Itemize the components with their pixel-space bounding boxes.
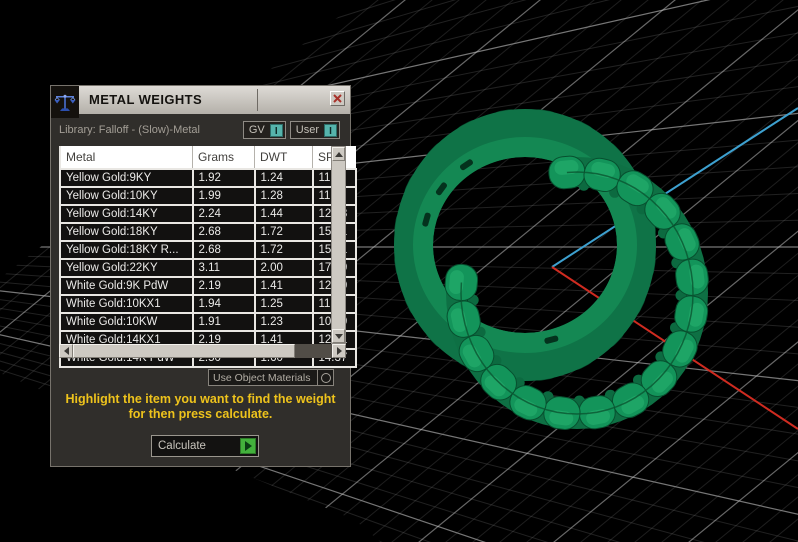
user-label: User <box>295 124 319 136</box>
application-window: METAL WEIGHTS Library: Falloff - (Slow)-… <box>0 0 798 542</box>
user-toggle-indicator: I <box>324 123 337 137</box>
library-label: Library: Falloff - (Slow)-Metal <box>59 124 200 136</box>
circle-icon <box>320 372 331 383</box>
user-toggle-button[interactable]: User I <box>289 121 340 139</box>
metal-weights-table: Metal Grams DWT SPG Yellow Gold:9KY1.921… <box>59 146 357 368</box>
calculate-label: Calculate <box>158 440 206 452</box>
dialog-titlebar[interactable]: METAL WEIGHTS <box>51 86 350 118</box>
gv-toggle-indicator: I <box>269 123 283 137</box>
column-header-dwt: DWT <box>254 146 313 170</box>
arrow-up-icon <box>334 151 343 157</box>
horizontal-scroll-thumb[interactable] <box>73 344 295 358</box>
table-row[interactable]: White Gold:10KX11.941.2511.18 <box>60 295 357 314</box>
dialog-title: METAL WEIGHTS <box>89 92 203 107</box>
vertical-scroll-thumb[interactable] <box>332 161 345 329</box>
titlebar-surface: METAL WEIGHTS <box>79 86 350 114</box>
instruction-line-2: for then press calculate. <box>128 407 273 421</box>
dropdown-selector[interactable] <box>317 370 333 385</box>
instruction-line-1: Highlight the item you want to find the … <box>65 392 336 406</box>
column-header-metal: Metal <box>60 146 193 170</box>
table-row[interactable]: Yellow Gold:10KY1.991.2811.45 <box>60 187 357 206</box>
close-icon <box>333 94 342 103</box>
metal-weights-dialog: METAL WEIGHTS Library: Falloff - (Slow)-… <box>50 85 357 467</box>
scroll-left-button[interactable] <box>59 344 73 358</box>
gv-toggle-button[interactable]: GV I <box>242 121 286 139</box>
scroll-right-button[interactable] <box>332 344 346 358</box>
table-row[interactable]: Yellow Gold:22KY3.112.0017.89 <box>60 259 357 278</box>
metal-table-body: Yellow Gold:9KY1.921.2411.08Yellow Gold:… <box>60 169 357 368</box>
arrow-right-icon <box>336 347 342 355</box>
materials-dropdown[interactable]: Use Object Materials <box>208 369 334 386</box>
column-header-grams: Grams <box>192 146 255 170</box>
scroll-down-button[interactable] <box>332 329 345 343</box>
horizontal-scrollbar[interactable] <box>59 344 346 358</box>
vertical-scrollbar[interactable] <box>331 146 346 344</box>
table-row[interactable]: Yellow Gold:18KY R...2.681.7215.41 <box>60 241 357 260</box>
titlebar-divider <box>257 89 258 111</box>
table-row[interactable]: Yellow Gold:14KY2.241.4412.88 <box>60 205 357 224</box>
library-row: Library: Falloff - (Slow)-Metal GV I Use… <box>51 116 350 144</box>
table-row[interactable]: Yellow Gold:18KY2.681.7215.41 <box>60 223 357 242</box>
table-row[interactable]: White Gold:10KW1.911.2310.99 <box>60 313 357 332</box>
metal-table[interactable]: Metal Grams DWT SPG Yellow Gold:9KY1.921… <box>59 146 357 368</box>
scroll-up-button[interactable] <box>332 147 345 161</box>
instruction-text: Highlight the item you want to find the … <box>51 392 350 422</box>
play-icon <box>240 438 256 454</box>
arrow-down-icon <box>334 333 343 339</box>
gv-label: GV <box>248 124 265 136</box>
table-header-row: Metal Grams DWT SPG <box>60 146 356 170</box>
balance-scale-icon <box>51 86 79 118</box>
table-row[interactable]: White Gold:9K PdW2.191.4112.59 <box>60 277 357 296</box>
materials-dropdown-value: Use Object Materials <box>213 371 311 384</box>
calculate-button[interactable]: Calculate <box>151 435 259 457</box>
table-row[interactable]: Yellow Gold:9KY1.921.2411.08 <box>60 169 357 188</box>
arrow-left-icon <box>63 347 69 355</box>
close-button[interactable] <box>330 91 345 106</box>
ring-model <box>394 109 709 430</box>
